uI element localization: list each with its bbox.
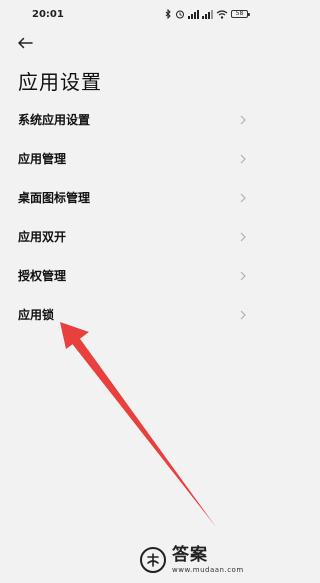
list-item-label: 系统应用设置: [18, 113, 91, 127]
watermark-logo-icon: [140, 547, 166, 573]
list-item-app-lock[interactable]: 应用锁: [0, 295, 260, 334]
list-item-system-app-settings[interactable]: 系统应用设置: [0, 100, 260, 139]
back-arrow-icon: [18, 37, 33, 49]
watermark-text: 答案 www.mudaan.com: [172, 544, 244, 574]
signal-icon: [202, 9, 213, 19]
list-item-app-management[interactable]: 应用管理: [0, 139, 260, 178]
bluetooth-icon: [165, 9, 172, 19]
list-item-label: 桌面图标管理: [18, 191, 91, 205]
status-time: 20:01: [32, 8, 64, 20]
wifi-icon: [216, 9, 228, 19]
watermark: 答案 www.mudaan.com: [140, 540, 256, 580]
back-button[interactable]: [14, 33, 36, 53]
annotation-arrow-shaft: [70, 336, 216, 527]
page-title: 应用设置: [18, 70, 102, 94]
alarm-icon: [175, 9, 185, 19]
list-item-label: 应用双开: [18, 230, 67, 244]
settings-screen: 20:01 58 应用设置 系统应用设置 应用管理 桌面图标管理 应用双开 授权…: [0, 0, 260, 583]
list-item-dual-apps[interactable]: 应用双开: [0, 217, 260, 256]
settings-list: 系统应用设置 应用管理 桌面图标管理 应用双开 授权管理 应用锁: [0, 100, 260, 334]
chevron-right-icon: [240, 232, 246, 242]
list-item-desktop-icon-management[interactable]: 桌面图标管理: [0, 178, 260, 217]
list-item-permission-management[interactable]: 授权管理: [0, 256, 260, 295]
watermark-url: www.mudaan.com: [172, 565, 244, 574]
chevron-right-icon: [240, 271, 246, 281]
chevron-right-icon: [240, 310, 246, 320]
signal-icon: [188, 9, 199, 19]
list-item-label: 应用锁: [18, 308, 55, 322]
chevron-right-icon: [240, 193, 246, 203]
chevron-right-icon: [240, 154, 246, 164]
list-item-label: 授权管理: [18, 269, 67, 283]
chevron-right-icon: [240, 115, 246, 125]
watermark-name: 答案: [172, 544, 208, 565]
status-bar: 20:01 58: [0, 0, 260, 28]
status-icons: 58: [165, 9, 250, 19]
battery-icon: 58: [231, 10, 250, 18]
list-item-label: 应用管理: [18, 152, 67, 166]
